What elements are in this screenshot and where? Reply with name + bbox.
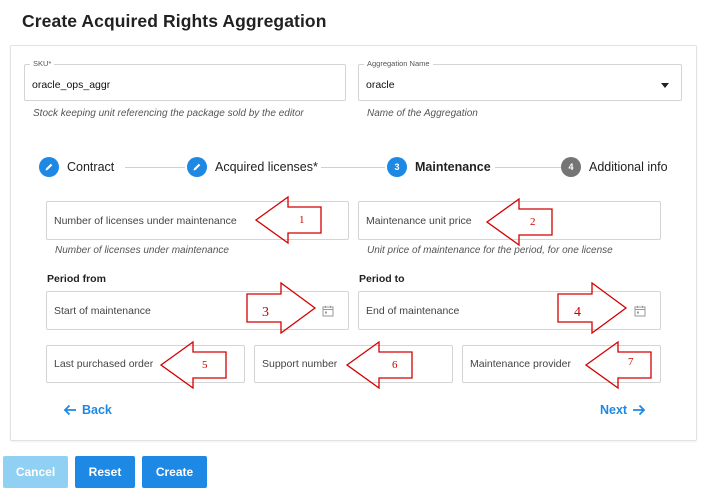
- sku-label: SKU*: [30, 59, 55, 68]
- annotation-arrow: [255, 195, 322, 245]
- annotation-arrow: [160, 340, 227, 390]
- aggregation-name-select[interactable]: Aggregation Name oracle: [358, 59, 682, 101]
- aggregation-name-value: oracle: [366, 79, 395, 91]
- period-to-label: Period to: [359, 273, 405, 285]
- cancel-button[interactable]: Cancel: [3, 456, 68, 488]
- annotation-label: 3: [262, 305, 269, 320]
- annotation-arrow: [246, 282, 317, 334]
- step-label: Maintenance: [415, 160, 494, 174]
- sku-hint: Stock keeping unit referencing the packa…: [33, 108, 304, 119]
- chevron-down-icon[interactable]: [661, 83, 669, 88]
- aggregation-name-hint: Name of the Aggregation: [367, 108, 478, 119]
- annotation-arrow: [557, 282, 628, 334]
- period-from-label: Period from: [47, 273, 106, 285]
- step-label: Contract: [67, 160, 118, 174]
- last-order-placeholder: Last purchased order: [54, 358, 154, 370]
- step-number-badge: 3: [387, 157, 407, 177]
- arrow-right-icon: [633, 404, 646, 416]
- sku-field[interactable]: SKU* oracle_ops_aggr: [24, 59, 346, 101]
- step-number-badge: 4: [561, 157, 581, 177]
- create-button[interactable]: Create: [142, 456, 207, 488]
- step-maintenance[interactable]: 3 Maintenance: [387, 157, 494, 177]
- annotation-arrow: [585, 340, 652, 390]
- annotation-label: 1: [299, 214, 305, 226]
- page-title: Create Acquired Rights Aggregation: [22, 11, 327, 31]
- step-label: Additional info: [589, 160, 671, 174]
- annotation-arrow: [346, 340, 413, 390]
- annotation-label: 6: [392, 359, 398, 371]
- end-placeholder: End of maintenance: [366, 304, 460, 317]
- calendar-icon[interactable]: [322, 305, 334, 317]
- stepper-connector: [495, 167, 563, 168]
- calendar-icon[interactable]: [634, 305, 646, 317]
- annotation-arrow: [486, 197, 553, 247]
- back-button[interactable]: Back: [63, 403, 112, 417]
- arrow-left-icon: [63, 404, 76, 416]
- pencil-icon: [187, 157, 207, 177]
- back-label: Back: [82, 403, 112, 417]
- annotation-label: 7: [628, 356, 634, 368]
- annotation-label: 5: [202, 359, 208, 371]
- support-number-placeholder: Support number: [262, 358, 338, 370]
- next-label: Next: [600, 403, 628, 417]
- sku-value: oracle_ops_aggr: [32, 79, 111, 91]
- licenses-placeholder: Number of licenses under maintenance: [54, 214, 237, 227]
- step-contract[interactable]: Contract: [39, 157, 118, 177]
- step-label: Acquired licenses*: [215, 160, 321, 174]
- aggregation-name-label: Aggregation Name: [364, 59, 433, 68]
- step-additional-info[interactable]: 4 Additional info: [561, 157, 671, 177]
- step-acquired-licenses[interactable]: Acquired licenses*: [187, 157, 321, 177]
- annotation-label: 2: [530, 216, 536, 228]
- next-button[interactable]: Next: [600, 403, 646, 417]
- pencil-icon: [39, 157, 59, 177]
- provider-placeholder: Maintenance provider: [470, 358, 571, 370]
- start-placeholder: Start of maintenance: [54, 304, 151, 317]
- reset-button[interactable]: Reset: [75, 456, 135, 488]
- annotation-label: 4: [574, 305, 581, 320]
- licenses-hint: Number of licenses under maintenance: [55, 245, 229, 256]
- unit-price-placeholder: Maintenance unit price: [366, 214, 472, 227]
- stepper-connector: [125, 167, 185, 168]
- stepper-connector: [320, 167, 385, 168]
